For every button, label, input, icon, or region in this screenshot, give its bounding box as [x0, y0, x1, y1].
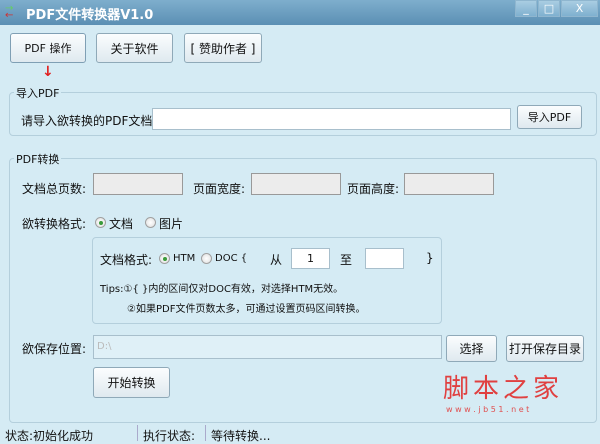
pdf-ops-tab[interactable]: PDF 操作	[10, 33, 86, 63]
from-label: 从	[270, 253, 283, 267]
exec-status-value: 等待转换...	[211, 429, 271, 443]
page-width-field	[251, 173, 341, 195]
open-save-dir-button[interactable]: 打开保存目录	[506, 335, 584, 362]
doc-radio[interactable]	[201, 253, 212, 264]
format-image-label[interactable]: 图片	[159, 215, 183, 232]
format-doc-radio[interactable]	[95, 217, 106, 228]
minimize-button[interactable]: _	[515, 0, 537, 17]
doc-label[interactable]: DOC {	[215, 253, 247, 264]
save-path-input[interactable]: D:\	[93, 335, 442, 359]
convert-group-label: PDF转换	[14, 151, 62, 167]
import-prompt: 请导入欲转换的PDF文档:	[21, 114, 157, 128]
htm-radio[interactable]	[159, 253, 170, 264]
status-divider	[137, 425, 138, 441]
donate-tab[interactable]: [ 赞助作者 ]	[184, 33, 262, 63]
close-button[interactable]: X	[561, 0, 598, 17]
maximize-button[interactable]: □	[538, 0, 560, 17]
import-pdf-button[interactable]: 导入PDF	[517, 105, 582, 129]
import-group-label: 导入PDF	[14, 85, 62, 101]
exec-status-label: 执行状态:	[143, 429, 196, 443]
to-label: 至	[340, 253, 353, 267]
format-doc-label[interactable]: 文档	[109, 215, 133, 232]
page-height-label: 页面高度:	[347, 182, 400, 196]
total-pages-field	[93, 173, 183, 195]
about-tab[interactable]: 关于软件	[96, 33, 173, 63]
format-image-radio[interactable]	[145, 217, 156, 228]
pdf-path-input[interactable]	[152, 108, 511, 130]
from-page-input[interactable]: 1	[291, 248, 330, 269]
start-convert-button[interactable]: 开始转换	[93, 367, 170, 398]
save-location-label: 欲保存位置:	[22, 342, 87, 356]
watermark-logo: 脚本之家	[443, 374, 564, 404]
htm-label[interactable]: HTM	[173, 253, 195, 264]
status-text: 状态:初始化成功	[5, 429, 94, 443]
page-width-label: 页面宽度:	[193, 182, 246, 196]
status-divider	[205, 425, 206, 441]
page-height-field	[404, 173, 494, 195]
format-label: 欲转换格式:	[22, 217, 87, 231]
tips-line-2: ②如果PDF文件页数太多，可通过设置页码区间转换。	[127, 304, 366, 315]
watermark-url: w w w . j b 5 1 . n e t	[446, 405, 530, 414]
app-icon: → ←	[5, 3, 14, 21]
choose-button[interactable]: 选择	[446, 335, 497, 362]
to-page-input[interactable]	[365, 248, 404, 269]
red-arrow-icon: ↓	[42, 64, 54, 80]
tips-line-1: Tips:①{ }内的区间仅对DOC有效，对选择HTM无效。	[100, 284, 344, 295]
close-brace: }	[426, 251, 434, 265]
doc-format-label: 文档格式:	[100, 253, 153, 267]
window-title: PDF文件转换器V1.0	[26, 8, 154, 23]
total-pages-label: 文档总页数:	[22, 182, 87, 196]
